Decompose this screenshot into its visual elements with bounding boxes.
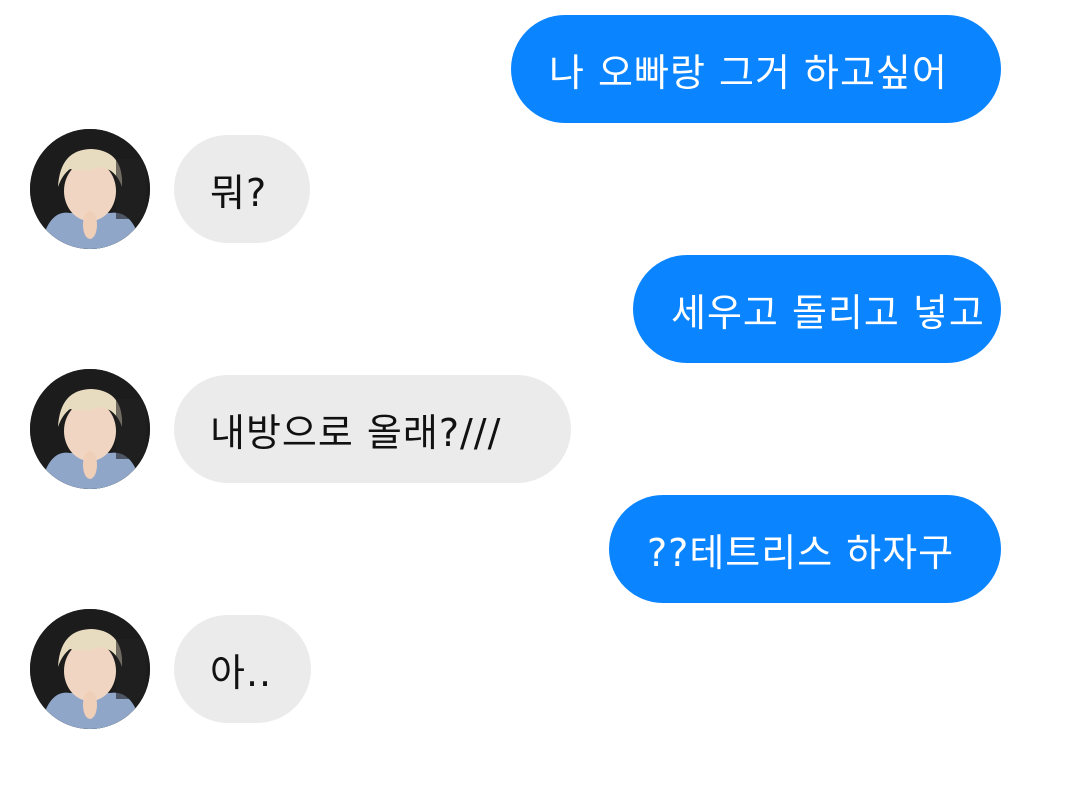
received-message-bubble[interactable]: 아.. [174, 615, 311, 723]
sent-message-bubble[interactable]: 나 오빠랑 그거 하고싶어 [511, 15, 1001, 123]
sent-message-bubble[interactable]: ??테트리스 하자구 [609, 495, 1001, 603]
received-message-bubble[interactable]: 내방으로 올래?/// [174, 375, 571, 483]
avatar-photo-icon [30, 609, 150, 729]
message-text: 세우고 돌리고 넣고 [671, 290, 985, 335]
message-text: 나 오빠랑 그거 하고싶어 [549, 50, 948, 95]
contact-avatar[interactable] [30, 369, 150, 489]
contact-avatar[interactable] [30, 609, 150, 729]
message-text: 아.. [210, 650, 273, 695]
received-message-bubble[interactable]: 뭐? [174, 135, 310, 243]
sent-message-bubble[interactable]: 세우고 돌리고 넣고 [633, 255, 1001, 363]
message-text: ??테트리스 하자구 [647, 530, 955, 575]
contact-avatar[interactable] [30, 129, 150, 249]
avatar-photo-icon [30, 129, 150, 249]
message-text: 내방으로 올래?/// [210, 410, 502, 455]
avatar-photo-icon [30, 369, 150, 489]
message-text: 뭐? [210, 170, 268, 215]
